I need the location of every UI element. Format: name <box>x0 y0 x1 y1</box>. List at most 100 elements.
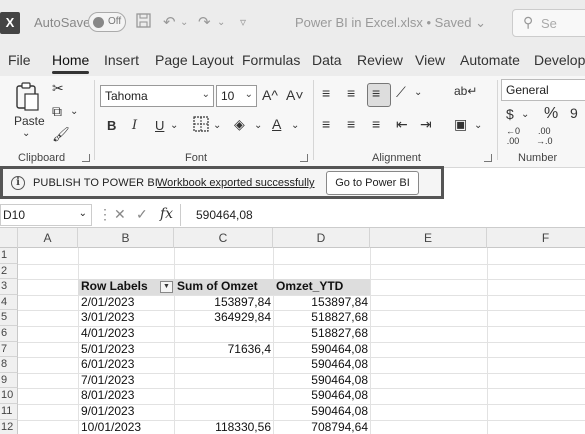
align-center-icon[interactable]: ≡ <box>347 116 355 132</box>
borders-icon[interactable] <box>193 116 209 135</box>
column-header-c[interactable]: C <box>174 228 273 248</box>
pivot-ytd-cell[interactable]: 518827,68 <box>273 310 370 326</box>
row-header-10[interactable]: 10 <box>0 388 18 404</box>
fill-color-icon[interactable]: ◈ <box>234 116 245 133</box>
select-all-corner[interactable] <box>0 228 18 248</box>
shrink-font-icon[interactable]: A˅ <box>286 87 304 103</box>
pivot-row-label[interactable]: 2/01/2023 <box>81 295 174 311</box>
row-header-2[interactable]: 2 <box>0 263 18 280</box>
tab-page-layout[interactable]: Page Layout <box>155 52 234 68</box>
pivot-sum-cell[interactable] <box>174 357 273 373</box>
row-header-11[interactable]: 11 <box>0 404 18 420</box>
row-header-12[interactable]: 12 <box>0 419 18 434</box>
pivot-ytd-cell[interactable]: 590464,08 <box>273 357 370 373</box>
align-left-icon[interactable]: ≡ <box>322 116 330 132</box>
spreadsheet-grid[interactable]: A B C D E F 1 2 3 4 5 6 7 8 9 10 11 12 Row Labels Sum… <box>0 228 585 434</box>
column-header-e[interactable]: E <box>370 228 487 248</box>
pivot-ytd-cell[interactable]: 590464,08 <box>273 388 370 404</box>
pivot-sum-cell[interactable] <box>174 388 273 404</box>
copy-icon[interactable]: ⧉ <box>52 103 62 120</box>
tab-developer[interactable]: Develope <box>534 52 585 68</box>
pivot-sum-cell[interactable]: 118330,56 <box>174 420 273 434</box>
pivot-ytd-cell[interactable]: 590464,08 <box>273 404 370 420</box>
pivot-row-label[interactable]: 4/01/2023 <box>81 326 174 342</box>
search-box[interactable]: ⚲ Se <box>512 9 585 37</box>
merge-center-icon[interactable]: ▣ <box>454 116 467 133</box>
column-header-b[interactable]: B <box>78 228 174 248</box>
redo-dropdown-icon[interactable]: ⌄ <box>217 17 225 28</box>
copy-chevron-icon[interactable]: ⌄ <box>70 106 78 117</box>
align-right-icon[interactable]: ≡ <box>372 116 380 132</box>
number-format-dropdown[interactable]: General <box>501 79 585 101</box>
row-header-1[interactable]: 1 <box>0 248 18 264</box>
pivot-row-label[interactable]: 6/01/2023 <box>81 357 174 373</box>
formula-bar-more-icon[interactable]: ⋮ <box>98 206 112 223</box>
column-header-a[interactable]: A <box>18 228 78 248</box>
redo-icon[interactable]: ↷ <box>198 13 211 31</box>
column-header-f[interactable]: F <box>487 228 585 248</box>
filter-dropdown-icon[interactable]: ▼ <box>160 281 173 294</box>
tab-home[interactable]: Home <box>52 52 89 68</box>
merge-chevron-icon[interactable]: ⌄ <box>474 120 482 131</box>
pivot-row-label[interactable]: 3/01/2023 <box>81 310 174 326</box>
infobar-message-link[interactable]: Workbook exported successfully <box>157 177 315 189</box>
undo-icon[interactable]: ↶ <box>163 13 176 31</box>
pivot-sum-cell[interactable]: 71636,4 <box>174 342 273 358</box>
enter-icon[interactable]: ✓ <box>136 206 148 223</box>
pivot-header-omzet-ytd[interactable]: Omzet_YTD <box>273 279 370 295</box>
clipboard-dialog-launcher-icon[interactable] <box>82 154 90 162</box>
borders-chevron-icon[interactable]: ⌄ <box>213 120 221 131</box>
pivot-sum-cell[interactable] <box>174 373 273 389</box>
paste-label[interactable]: Paste <box>14 114 45 128</box>
pivot-row-label[interactable]: 10/01/2023 <box>81 420 174 434</box>
font-name-dropdown[interactable]: Tahoma ⌄ <box>100 85 214 107</box>
tab-insert[interactable]: Insert <box>104 52 139 68</box>
row-header-3[interactable]: 3 <box>0 279 18 295</box>
tab-formulas[interactable]: Formulas <box>242 52 300 68</box>
formula-input[interactable]: 590464,08 <box>180 204 585 226</box>
underline-chevron-icon[interactable]: ⌄ <box>170 120 178 131</box>
pivot-ytd-cell[interactable]: 153897,84 <box>273 295 370 311</box>
font-color-chevron-icon[interactable]: ⌄ <box>291 120 299 131</box>
pivot-row-label[interactable]: 9/01/2023 <box>81 404 174 420</box>
paste-chevron-icon[interactable]: ⌄ <box>22 128 30 139</box>
cancel-icon[interactable]: ✕ <box>114 206 126 223</box>
orientation-chevron-icon[interactable]: ⌄ <box>414 87 422 98</box>
file-name[interactable]: Power BI in Excel.xlsx • Saved ⌄ <box>295 15 486 31</box>
row-header-6[interactable]: 6 <box>0 326 18 342</box>
customize-toolbar-icon[interactable]: ▿ <box>240 15 246 29</box>
name-box[interactable]: D10 ⌄ <box>0 204 92 226</box>
bold-button[interactable]: B <box>107 118 116 133</box>
increase-indent-icon[interactable]: ⇥ <box>420 116 432 133</box>
align-middle-icon[interactable]: ≡ <box>347 85 355 101</box>
save-icon[interactable] <box>136 13 151 32</box>
align-top-icon[interactable]: ≡ <box>322 85 330 101</box>
autosave-toggle[interactable]: Off <box>88 12 126 32</box>
pivot-sum-cell[interactable]: 364929,84 <box>174 310 273 326</box>
orientation-icon[interactable]: ⟋ <box>396 84 406 101</box>
grow-font-icon[interactable]: A^ <box>262 87 278 103</box>
font-size-dropdown[interactable]: 10 ⌄ <box>216 85 257 107</box>
alignment-dialog-launcher-icon[interactable] <box>484 154 492 162</box>
decrease-decimal-icon[interactable]: .00 →.0 <box>536 126 553 146</box>
row-header-5[interactable]: 5 <box>0 310 18 326</box>
fill-chevron-icon[interactable]: ⌄ <box>254 120 262 131</box>
pivot-ytd-cell[interactable]: 518827,68 <box>273 326 370 342</box>
pivot-sum-cell[interactable]: 153897,84 <box>174 295 273 311</box>
font-dialog-launcher-icon[interactable] <box>300 154 308 162</box>
undo-dropdown-icon[interactable]: ⌄ <box>180 17 188 28</box>
pivot-row-label[interactable]: 8/01/2023 <box>81 388 174 404</box>
pivot-row-label[interactable]: 5/01/2023 <box>81 342 174 358</box>
format-painter-icon[interactable]: 🖌 <box>52 126 70 143</box>
wrap-text-icon[interactable]: ab↵ <box>454 84 477 98</box>
underline-button[interactable]: U <box>155 118 164 133</box>
tab-view[interactable]: View <box>415 52 445 68</box>
tab-automate[interactable]: Automate <box>460 52 520 68</box>
row-header-4[interactable]: 4 <box>0 294 18 311</box>
cut-icon[interactable]: ✂ <box>52 80 64 97</box>
pivot-header-sum-of-omzet[interactable]: Sum of Omzet <box>174 279 273 295</box>
paste-icon[interactable] <box>14 82 40 115</box>
currency-icon[interactable]: $ <box>506 106 514 122</box>
pivot-ytd-cell[interactable]: 708794,64 <box>273 420 370 434</box>
pivot-sum-cell[interactable] <box>174 326 273 342</box>
